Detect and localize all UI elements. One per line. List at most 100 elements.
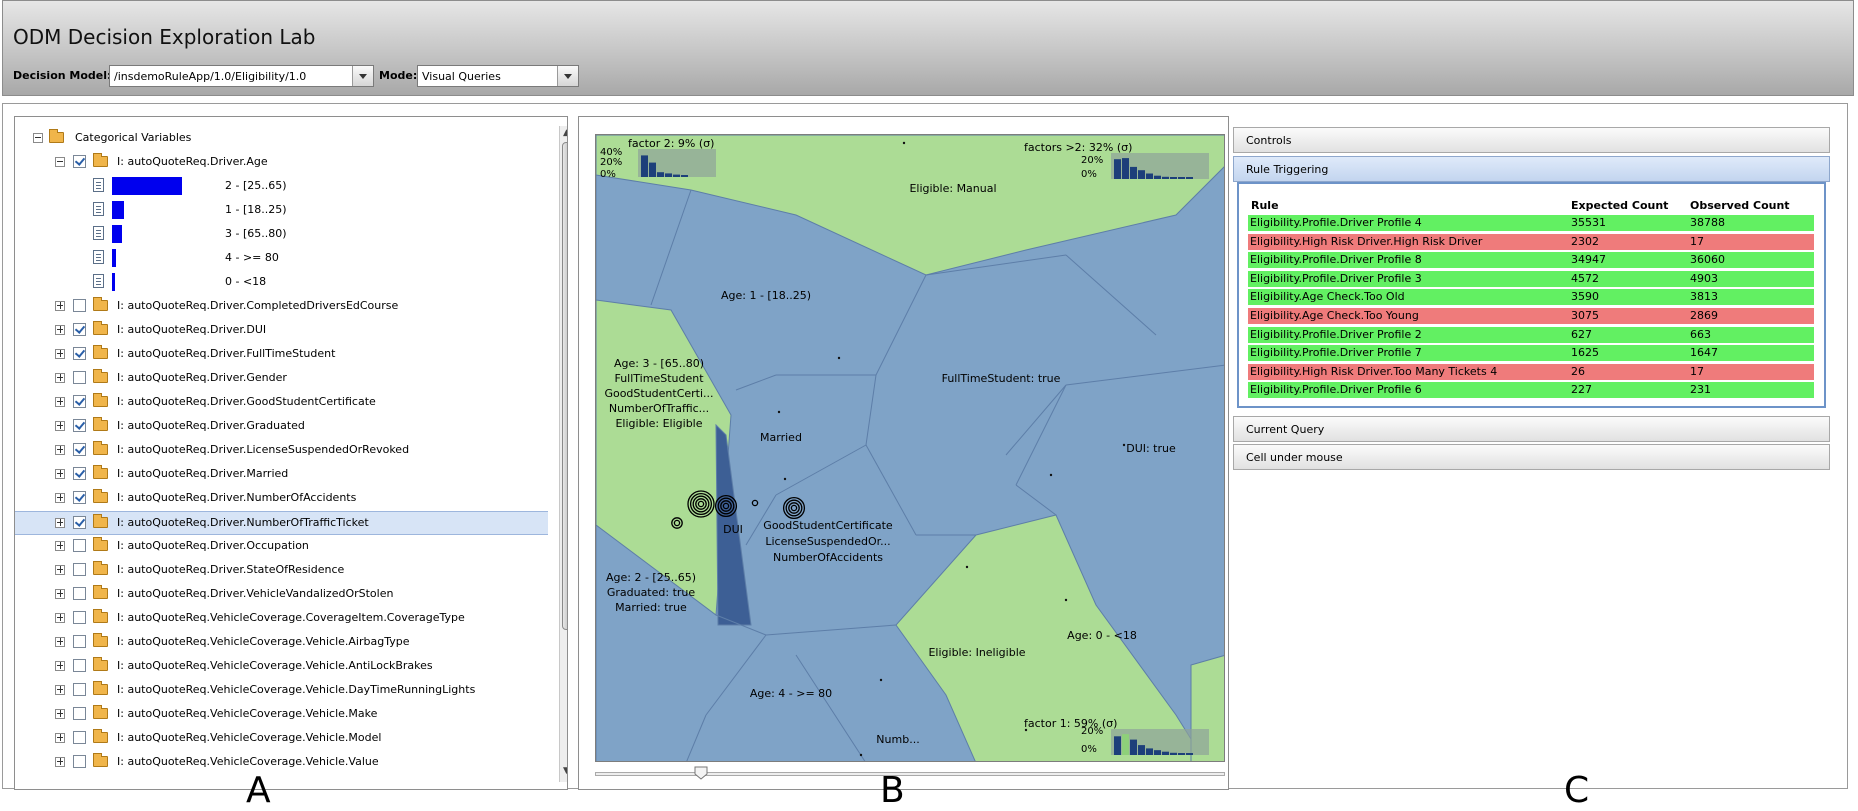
tree-item[interactable]: I: autoQuoteReq.VehicleCoverage.Vehicle.… bbox=[15, 631, 548, 655]
expand-icon[interactable] bbox=[55, 469, 65, 479]
column-header-expected[interactable]: Expected Count bbox=[1571, 199, 1668, 212]
expand-icon[interactable] bbox=[55, 397, 65, 407]
accordion-rule-triggering[interactable]: Rule Triggering bbox=[1233, 156, 1830, 182]
tree-checkbox[interactable] bbox=[73, 347, 86, 360]
expand-icon[interactable] bbox=[55, 445, 65, 455]
tree-checkbox[interactable] bbox=[73, 419, 86, 432]
tree-item[interactable]: I: autoQuoteReq.Driver.LicenseSuspendedO… bbox=[15, 439, 548, 463]
expand-icon[interactable] bbox=[55, 733, 65, 743]
voronoi-map[interactable]: Eligible: Manual Age: 1 - [18..25) FullTim… bbox=[595, 134, 1225, 762]
expand-icon[interactable] bbox=[55, 421, 65, 431]
expand-icon[interactable] bbox=[55, 493, 65, 503]
tree-checkbox[interactable] bbox=[73, 563, 86, 576]
rule-row[interactable]: Eligibility.Profile.Driver Profile 3 4572… bbox=[1248, 270, 1814, 287]
expand-icon[interactable] bbox=[55, 349, 65, 359]
tree-item[interactable]: I: autoQuoteReq.VehicleCoverage.Vehicle.… bbox=[15, 679, 548, 703]
rule-row[interactable]: Eligibility.Age Check.Too Old 3590 3813 bbox=[1248, 289, 1814, 306]
age-bin-row[interactable]: 4 - >= 80 bbox=[15, 247, 548, 271]
expand-icon[interactable] bbox=[55, 709, 65, 719]
collapse-icon[interactable] bbox=[55, 157, 65, 167]
tree-item[interactable]: I: autoQuoteReq.VehicleCoverage.Coverage… bbox=[15, 607, 548, 631]
rule-row[interactable]: Eligibility.Profile.Driver Profile 7 1625… bbox=[1248, 345, 1814, 362]
column-header-observed[interactable]: Observed Count bbox=[1690, 199, 1790, 212]
tree-item[interactable]: I: autoQuoteReq.VehicleCoverage.Vehicle.… bbox=[15, 751, 548, 775]
tree-item[interactable]: I: autoQuoteReq.Driver.NumberOfAccidents bbox=[15, 487, 548, 511]
decision-model-select[interactable]: /insdemoRuleApp/1.0/Eligibility/1.0 bbox=[109, 65, 374, 87]
expand-icon[interactable] bbox=[55, 685, 65, 695]
tree-item[interactable]: I: autoQuoteReq.Driver.Married bbox=[15, 463, 548, 487]
tree-root[interactable]: Categorical Variables bbox=[15, 127, 548, 151]
tree-checkbox[interactable] bbox=[73, 323, 86, 336]
tree-checkbox[interactable] bbox=[73, 731, 86, 744]
expand-icon[interactable] bbox=[55, 757, 65, 767]
expand-icon[interactable] bbox=[55, 637, 65, 647]
rule-row[interactable]: Eligibility.Profile.Driver Profile 4 3553… bbox=[1248, 215, 1814, 231]
expand-icon[interactable] bbox=[55, 373, 65, 383]
tree-checkbox[interactable] bbox=[73, 587, 86, 600]
expand-icon[interactable] bbox=[55, 301, 65, 311]
tree-item[interactable]: I: autoQuoteReq.Driver.Occupation bbox=[15, 535, 548, 559]
expand-icon[interactable] bbox=[55, 565, 65, 575]
zoom-slider-thumb[interactable] bbox=[694, 766, 708, 780]
tree-scrollbar[interactable]: ▲ ▼ bbox=[559, 126, 567, 782]
tree-checkbox[interactable] bbox=[73, 516, 86, 529]
expand-icon[interactable] bbox=[55, 661, 65, 671]
tree-checkbox[interactable] bbox=[73, 755, 86, 768]
expand-icon[interactable] bbox=[55, 325, 65, 335]
tree-checkbox[interactable] bbox=[73, 683, 86, 696]
rule-row[interactable]: Eligibility.Profile.Driver Profile 2 627 6… bbox=[1248, 326, 1814, 343]
rule-row[interactable]: Eligibility.Profile.Driver Profile 6 227 2… bbox=[1248, 382, 1814, 399]
chevron-down-icon[interactable] bbox=[557, 66, 578, 86]
tree-item[interactable]: I: autoQuoteReq.Driver.NumberOfTrafficTi… bbox=[15, 511, 548, 535]
voronoi-svg[interactable]: Eligible: Manual Age: 1 - [18..25) FullTim… bbox=[596, 135, 1225, 762]
scroll-up-icon[interactable]: ▲ bbox=[561, 128, 567, 139]
tree-checkbox[interactable] bbox=[73, 659, 86, 672]
accordion-current-query[interactable]: Current Query bbox=[1233, 416, 1830, 442]
tree-item-age[interactable]: I: autoQuoteReq.Driver.Age bbox=[15, 151, 548, 175]
expand-icon[interactable] bbox=[55, 589, 65, 599]
tree-checkbox[interactable] bbox=[73, 539, 86, 552]
zoom-slider-track[interactable] bbox=[595, 772, 1225, 776]
tree-item[interactable]: I: autoQuoteReq.Driver.GoodStudentCertif… bbox=[15, 391, 548, 415]
age-bin-row[interactable]: 3 - [65..80) bbox=[15, 223, 548, 247]
tree-item[interactable]: I: autoQuoteReq.Driver.Graduated bbox=[15, 415, 548, 439]
expand-icon[interactable] bbox=[55, 541, 65, 551]
tree-checkbox[interactable] bbox=[73, 395, 86, 408]
expand-icon[interactable] bbox=[55, 613, 65, 623]
rule-row[interactable]: Eligibility.Profile.Driver Profile 8 3494… bbox=[1248, 252, 1814, 269]
tree-checkbox[interactable] bbox=[73, 299, 86, 312]
tree-checkbox[interactable] bbox=[73, 635, 86, 648]
tree-item[interactable]: I: autoQuoteReq.Driver.DUI bbox=[15, 319, 548, 343]
tree-item[interactable]: I: autoQuoteReq.VehicleCoverage.Vehicle.… bbox=[15, 727, 548, 751]
scrollbar-thumb[interactable] bbox=[562, 142, 567, 630]
tree-checkbox[interactable] bbox=[73, 443, 86, 456]
tree-checkbox[interactable] bbox=[73, 707, 86, 720]
rule-row[interactable]: Eligibility.Age Check.Too Young 3075 2869 bbox=[1248, 308, 1814, 324]
rule-row[interactable]: Eligibility.High Risk Driver.Too Many Ti… bbox=[1248, 363, 1814, 380]
column-header-rule[interactable]: Rule bbox=[1251, 199, 1279, 212]
tree-item[interactable]: I: autoQuoteReq.Driver.StateOfResidence bbox=[15, 559, 548, 583]
collapse-icon[interactable] bbox=[33, 133, 43, 143]
tree-item[interactable]: I: autoQuoteReq.VehicleCoverage.Vehicle.… bbox=[15, 703, 548, 727]
tree-checkbox[interactable] bbox=[73, 371, 86, 384]
tree-item[interactable]: I: autoQuoteReq.Driver.CompletedDriversE… bbox=[15, 295, 548, 319]
scroll-down-icon[interactable]: ▼ bbox=[561, 766, 567, 777]
tree-item[interactable]: I: autoQuoteReq.Driver.FullTimeStudent bbox=[15, 343, 548, 367]
tree-checkbox[interactable] bbox=[73, 467, 86, 480]
chevron-down-icon[interactable] bbox=[352, 66, 373, 86]
tree-checkbox[interactable] bbox=[73, 491, 86, 504]
tree-checkbox[interactable] bbox=[73, 611, 86, 624]
age-bin-row[interactable]: 1 - [18..25) bbox=[15, 199, 548, 223]
accordion-cell-under-mouse[interactable]: Cell under mouse bbox=[1233, 444, 1830, 470]
rule-row[interactable]: Eligibility.High Risk Driver.High Risk D… bbox=[1248, 233, 1814, 250]
mode-select[interactable]: Visual Queries bbox=[417, 65, 579, 87]
age-bin-row[interactable]: 2 - [25..65) bbox=[15, 175, 548, 199]
expand-icon[interactable] bbox=[55, 518, 65, 528]
rule-name: Eligibility.High Risk Driver.Too Many Ti… bbox=[1250, 364, 1498, 378]
tree-item[interactable]: I: autoQuoteReq.Driver.VehicleVandalized… bbox=[15, 583, 548, 607]
tree-checkbox[interactable] bbox=[73, 155, 86, 168]
accordion-controls[interactable]: Controls bbox=[1233, 127, 1830, 153]
tree-item[interactable]: I: autoQuoteReq.Driver.Gender bbox=[15, 367, 548, 391]
age-bin-row[interactable]: 0 - <18 bbox=[15, 271, 548, 295]
tree-item[interactable]: I: autoQuoteReq.VehicleCoverage.Vehicle.… bbox=[15, 655, 548, 679]
